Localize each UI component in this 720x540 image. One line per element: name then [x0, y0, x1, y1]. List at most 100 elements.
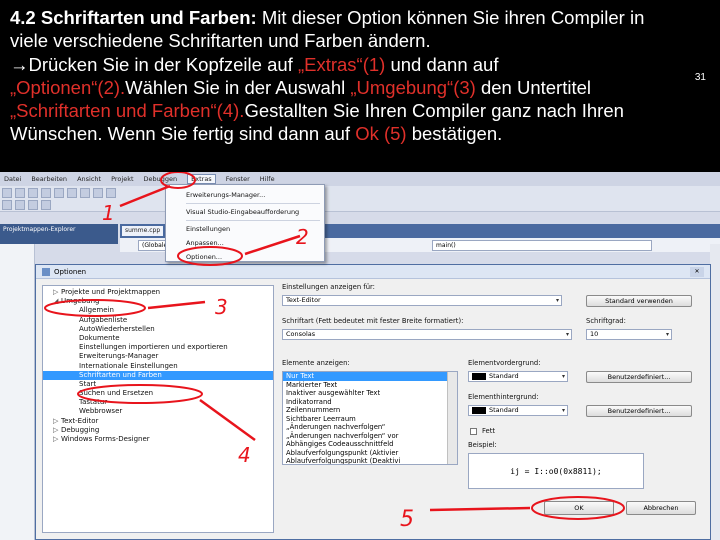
outdent-icon[interactable]	[15, 200, 25, 210]
tab-summe-cpp[interactable]: summe.cpp	[122, 226, 164, 236]
list-item[interactable]: Sichtbarer Leerraum	[283, 415, 457, 424]
list-item[interactable]: Nur Text	[283, 372, 457, 381]
new-file-icon[interactable]	[2, 188, 12, 198]
menu-datei[interactable]: Datei	[4, 175, 21, 183]
font-select[interactable]: Consolas	[282, 329, 572, 340]
tree-item[interactable]: Erweiterungs-Manager	[43, 352, 273, 361]
bold-checkbox[interactable]	[470, 428, 477, 435]
options-icon	[42, 267, 50, 276]
ok-button[interactable]: OK	[544, 501, 614, 515]
menu-bearbeiten[interactable]: Bearbeiten	[31, 175, 67, 183]
tree-expander-icon[interactable]: ▷	[53, 288, 61, 297]
menu-item-options[interactable]: Optionen...	[166, 250, 324, 264]
elements-list: Nur Text Markierter Text Inaktiver ausgewä…	[282, 371, 458, 465]
list-item[interactable]: Indikatorrand	[283, 398, 457, 407]
tree-item[interactable]: ◢ Umgebung	[43, 297, 273, 306]
close-icon[interactable]: ✕	[690, 267, 704, 277]
uncomment-icon[interactable]	[41, 200, 51, 210]
tree-item-label: Text-Editor	[61, 416, 99, 425]
undo-icon[interactable]	[93, 188, 103, 198]
list-item[interactable]: Ablaufverfolgungspunkt (Deaktivi	[283, 457, 457, 464]
tree-item[interactable]: Tastatur	[43, 398, 273, 407]
menu-bar: Datei Bearbeiten Ansicht Projekt Debugge…	[0, 172, 720, 186]
menu-separator	[186, 220, 320, 221]
tree-expander-icon[interactable]: ▷	[53, 417, 61, 426]
text-line-3-post: und dann auf	[385, 53, 499, 75]
tree-expander-icon[interactable]: ▷	[53, 426, 61, 435]
tree-item[interactable]: Internationale Einstellungen	[43, 362, 273, 371]
tree-item-label: Schriftarten und Farben	[79, 370, 162, 379]
tree-item-label: Projekte und Projektmappen	[61, 288, 161, 296]
options-tree: ▷ Projekte und Projektmappen ◢ Umgebung Allg…	[42, 285, 274, 533]
tree-item-label: Start	[79, 379, 97, 388]
toolbar	[0, 186, 720, 212]
show-settings-select[interactable]: Text-Editor	[282, 295, 562, 306]
text-line-2: viele verschiedene Schriftarten und Farb…	[10, 30, 431, 52]
use-default-button[interactable]: Standard verwenden	[586, 295, 692, 307]
menu-projekt[interactable]: Projekt	[111, 175, 133, 183]
indent-icon[interactable]	[2, 200, 12, 210]
menu-hilfe[interactable]: Hilfe	[260, 175, 275, 183]
text-line-6: Wünschen. Wenn Sie fertig sind dann auf …	[10, 122, 710, 145]
menu-ansicht[interactable]: Ansicht	[77, 175, 101, 183]
menu-extras[interactable]: Extras	[187, 174, 216, 184]
list-item[interactable]: Inaktiver ausgewählter Text	[283, 389, 457, 398]
tree-item[interactable]: ▷ Projekte und Projektmappen	[43, 288, 273, 297]
list-item[interactable]: „Änderungen nachverfolgen“ vor	[283, 432, 457, 441]
comment-icon[interactable]	[28, 200, 38, 210]
tree-item[interactable]: Aufgabenliste	[43, 316, 273, 325]
bg-select[interactable]: Standard	[468, 405, 568, 416]
text-schriftarten-highlight: „Schriftarten und Farben“(4).	[10, 100, 245, 122]
list-item[interactable]: Ablaufverfolgungspunkt (Aktivier	[283, 449, 457, 458]
tree-expander-icon[interactable]: ◢	[53, 297, 61, 306]
tree-item[interactable]: Einstellungen importieren und exportiere…	[43, 343, 273, 352]
tree-item-label: AutoWiederherstellen	[79, 324, 155, 333]
tree-item[interactable]: AutoWiederherstellen	[43, 325, 273, 334]
fg-custom-button[interactable]: Benutzerdefiniert...	[586, 371, 692, 383]
copy-icon[interactable]	[67, 188, 77, 198]
tree-expander-icon[interactable]: ▷	[53, 435, 61, 444]
list-item[interactable]: Zeilennummern	[283, 406, 457, 415]
bg-label: Elementhintergrund:	[468, 393, 539, 401]
font-label: Schriftart (Fett bedeutet mit fester Bre…	[282, 317, 464, 325]
toolbar-row-2	[2, 200, 51, 212]
save-icon[interactable]	[28, 188, 38, 198]
tree-item[interactable]: Schriftarten und Farben	[43, 370, 273, 380]
tree-item[interactable]: Allgemein	[43, 306, 273, 315]
fg-select[interactable]: Standard	[468, 371, 568, 382]
paste-icon[interactable]	[80, 188, 90, 198]
list-item[interactable]: Markierter Text	[283, 381, 457, 390]
tree-item[interactable]: Start	[43, 380, 273, 389]
redo-icon[interactable]	[106, 188, 116, 198]
tree-item-label: Allgemein	[79, 306, 114, 315]
menu-item-settings[interactable]: Einstellungen	[166, 222, 324, 236]
save-all-icon[interactable]	[41, 188, 51, 198]
tree-item[interactable]: ▷ Debugging	[43, 426, 273, 435]
list-item[interactable]: „Änderungen nachverfolgen“	[283, 423, 457, 432]
tree-item-label: Tastatur	[79, 398, 108, 407]
tree-item[interactable]: ▷ Windows Forms-Designer	[43, 435, 273, 444]
tree-item[interactable]: Suchen und Ersetzen	[43, 389, 273, 398]
menu-debuggen[interactable]: Debuggen	[144, 175, 178, 183]
options-dialog: Optionen ✕ ▷ Projekte und Projektmappen ◢ U…	[35, 264, 711, 540]
tree-item[interactable]: ▷ Text-Editor	[43, 417, 273, 426]
cancel-button[interactable]: Abbrechen	[626, 501, 696, 515]
text-ok-highlight: Ok (5)	[355, 123, 407, 145]
editor-scrollbar[interactable]	[710, 244, 720, 540]
list-item[interactable]: Abhängiges Codeausschnittfeld	[283, 440, 457, 449]
cut-icon[interactable]	[54, 188, 64, 198]
tree-item[interactable]: Webbrowser	[43, 407, 273, 416]
open-icon[interactable]	[15, 188, 25, 198]
size-select[interactable]: 10	[586, 329, 672, 340]
elements-scrollbar[interactable]	[447, 372, 457, 464]
tree-item[interactable]: Dokumente	[43, 334, 273, 343]
menu-item-extension-manager[interactable]: Erweiterungs-Manager...	[166, 188, 324, 202]
menu-fenster[interactable]: Fenster	[226, 175, 250, 183]
show-settings-label: Einstellungen anzeigen für:	[282, 283, 375, 291]
tree-item-label: Einstellungen importieren und exportiere…	[79, 343, 228, 352]
bg-custom-button[interactable]: Benutzerdefiniert...	[586, 405, 692, 417]
menu-item-customize[interactable]: Anpassen...	[166, 236, 324, 250]
menu-item-vs-command-prompt[interactable]: Visual Studio-Eingabeaufforderung	[166, 205, 324, 219]
member-combo[interactable]: main()	[432, 239, 652, 251]
text-line-4-mid: Wählen Sie in der Auswahl	[125, 76, 351, 98]
